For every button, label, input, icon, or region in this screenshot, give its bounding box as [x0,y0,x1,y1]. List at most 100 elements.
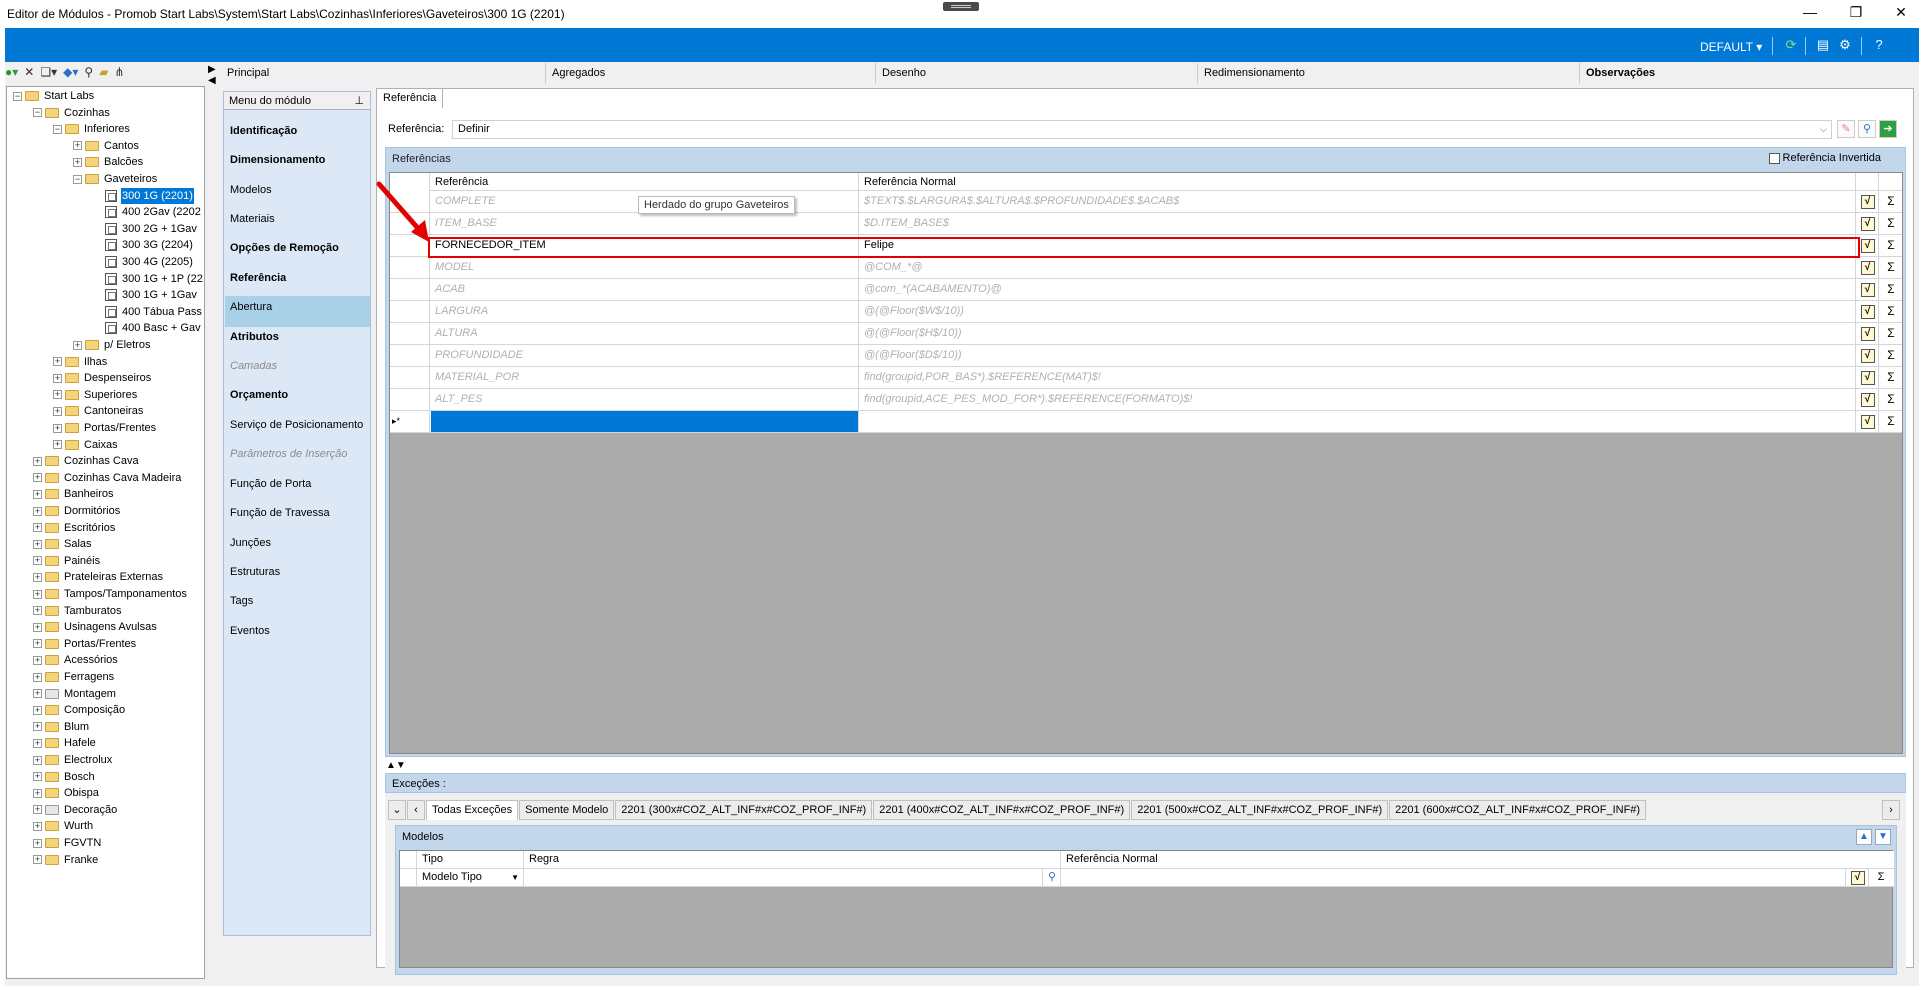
sqrt-icon[interactable]: √ [1860,283,1875,297]
minimize-button[interactable]: — [1787,0,1833,24]
expander-icon[interactable]: + [33,838,42,848]
expander-icon[interactable]: + [33,589,42,599]
expander-icon[interactable]: + [33,772,42,782]
sum-icon[interactable]: Σ [1880,367,1902,388]
tree-node-module[interactable]: 300 4G (2205) [93,254,194,270]
sum-icon[interactable]: Σ [1880,191,1902,212]
reference-value-cell[interactable]: $D.ITEM_BASE$ [860,213,1856,234]
formula-icon[interactable]: √ [1857,257,1879,278]
expander-icon[interactable]: + [33,639,42,649]
expander-icon[interactable]: + [33,689,42,699]
menu-item[interactable]: Dimensionamento [230,153,325,167]
tree-node-category[interactable]: + Cozinhas Cava [33,453,140,469]
expander-icon[interactable]: + [33,722,42,732]
formula-icon[interactable]: √ [1847,869,1869,886]
formula-icon[interactable]: √ [1857,301,1879,322]
menu-item[interactable]: Orçamento [230,388,288,402]
formula-icon[interactable]: √ [1857,345,1879,366]
back-icon[interactable]: ●▾ [5,65,18,79]
reference-value-cell[interactable]: @(@Floor($H$/10)) [860,323,1856,344]
column-header-reference[interactable]: Referência [431,173,859,191]
expander-icon[interactable]: + [33,622,42,632]
formula-icon[interactable]: √ [1857,389,1879,410]
expander-icon[interactable]: + [33,788,42,798]
expander-icon[interactable]: + [33,473,42,483]
tree-node-module[interactable]: 300 1G (2201) [93,187,194,204]
reference-value-cell[interactable]: @(@Floor($W$/10)) [860,301,1856,322]
tree-node-category[interactable]: + Decoração [33,802,118,818]
menu-item[interactable]: Referência [230,271,286,285]
expander-icon[interactable]: + [73,141,82,151]
expander-icon[interactable]: + [33,572,42,582]
tab-desenho[interactable]: Desenho [876,63,1198,84]
sqrt-icon[interactable]: √ [1860,217,1875,231]
tabs-next-icon[interactable]: › [1882,800,1900,820]
tree-node-category[interactable]: + Hafele [33,735,97,751]
expander-icon[interactable]: + [33,606,42,616]
menu-item[interactable]: Opções de Remoção [230,241,339,255]
formula-icon[interactable]: √ [1857,213,1879,234]
tree-node-module[interactable]: 300 1G + 1P (22 [93,271,204,287]
column-header-regra[interactable]: Regra [525,851,1061,868]
drag-grip-icon[interactable] [943,2,979,11]
tree-node-category[interactable]: + Cozinhas Cava Madeira [33,470,182,486]
column-header-normal[interactable]: Referência Normal [860,173,1856,191]
tree-node-category[interactable]: + Tampos/Tamponamentos [33,586,188,602]
settings-icon[interactable]: ⚙ [1837,37,1853,53]
tree-node-module[interactable]: 400 Tábua Pass [93,304,203,320]
reference-value-cell[interactable]: $TEXT$.$LARGURA$.$ALTURA$.$PROFUNDIDADE$… [860,191,1856,212]
normal-ref-cell[interactable] [1062,869,1846,886]
new-reference-name-cell[interactable] [431,411,859,432]
tree-node-category[interactable]: + Cantoneiras [53,403,144,419]
expander-icon[interactable]: + [33,821,42,831]
sum-icon[interactable]: Σ [1880,213,1902,234]
expander-icon[interactable]: + [33,456,42,466]
sqrt-icon[interactable]: √ [1860,415,1875,429]
formula-icon[interactable]: √ [1857,411,1879,432]
row-header-cell[interactable] [390,279,430,300]
menu-item[interactable]: Atributos [230,330,279,344]
expander-icon[interactable]: + [33,523,42,533]
menu-item[interactable]: Junções [230,536,271,550]
tree-node-category[interactable]: + Electrolux [33,752,113,768]
catalog-icon[interactable]: ▤ [1815,37,1831,53]
tree-node-category[interactable]: + Portas/Frentes [53,420,157,436]
reference-row[interactable]: ALT_PES find(groupid,ACE_PES_MOD_FOR*).$R… [390,389,1902,411]
sqrt-icon[interactable]: √ [1860,393,1875,407]
expander-icon[interactable]: + [33,805,42,815]
expander-icon[interactable]: + [73,157,82,167]
tab-exception-500[interactable]: 2201 (500x#COZ_ALT_INF#x#COZ_PROF_INF#) [1131,800,1389,820]
reference-value-cell[interactable]: @(@Floor($D$/10)) [860,345,1856,366]
tab-exception-300[interactable]: 2201 (300x#COZ_ALT_INF#x#COZ_PROF_INF#) [615,800,873,820]
expander-icon[interactable]: + [33,489,42,499]
chevron-down-icon[interactable]: ⌵ [1820,121,1827,138]
tree-node-module[interactable]: 300 1G + 1Gav [93,287,198,303]
close-button[interactable]: ✕ [1878,0,1924,24]
reference-name-cell[interactable]: ACAB [431,279,859,300]
reference-combo[interactable]: Definir ⌵ [452,120,1832,139]
menu-item[interactable]: Estruturas [230,565,280,579]
reference-name-cell[interactable]: ALTURA [431,323,859,344]
tree-node-module[interactable]: 300 2G + 1Gav [93,221,198,237]
expander-icon[interactable]: + [33,705,42,715]
collapse-toggle-icon[interactable]: ▶ ◀ [208,64,216,86]
reference-name-cell[interactable]: PROFUNDIDADE [431,345,859,366]
reference-name-cell[interactable]: ALT_PES [431,389,859,410]
tree-node-category[interactable]: + Banheiros [33,486,115,502]
tree-node-category[interactable]: + Portas/Frentes [33,636,137,652]
tree-node-category[interactable]: + Painéis [33,553,101,569]
tabs-prev-icon[interactable]: ‹ [407,800,425,820]
move-up-icon[interactable]: ▲ [1856,829,1872,845]
tree-node-module[interactable]: 300 3G (2204) [93,237,194,253]
menu-item[interactable]: Modelos [230,183,272,197]
menu-item[interactable]: Função de Travessa [230,506,330,520]
maximize-button[interactable]: ❐ [1833,0,1879,24]
tab-observacoes[interactable]: Observações [1580,63,1913,84]
tree-node-category[interactable]: + Dormitórios [33,503,121,519]
row-header-cell[interactable] [390,345,430,366]
tree-node-category[interactable]: + Wurth [33,818,94,834]
reference-value-cell[interactable]: @COM_*@ [860,257,1856,278]
tab-exception-400[interactable]: 2201 (400x#COZ_ALT_INF#x#COZ_PROF_INF#) [873,800,1131,820]
reference-name-cell[interactable]: MODEL [431,257,859,278]
expander-icon[interactable]: + [53,440,62,450]
